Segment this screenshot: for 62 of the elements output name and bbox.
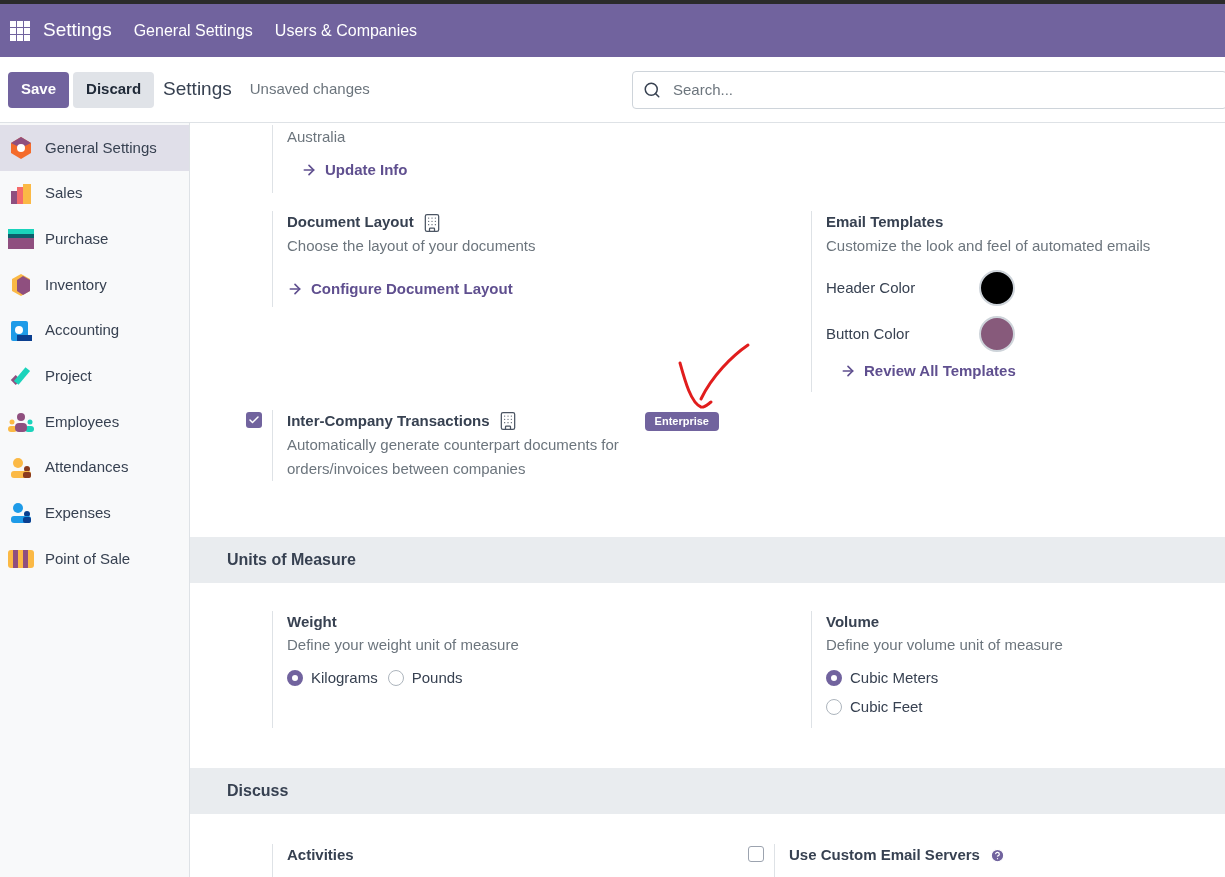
color-label: Header Color (826, 277, 917, 298)
sidebar-item[interactable]: Purchase (0, 216, 189, 263)
section-header: Units of Measure (190, 536, 1225, 583)
app-icon (8, 501, 34, 526)
check-icon (247, 414, 260, 426)
link[interactable]: Review All Templates (840, 359, 1016, 383)
sidebar-item[interactable]: Expenses (0, 490, 189, 537)
radio-button[interactable] (387, 670, 404, 687)
sidebar-item[interactable]: Accounting (0, 307, 189, 354)
radio-label: Cubic Feet (850, 696, 923, 717)
setting-title: Email Templates (826, 212, 944, 233)
radio-label: Pounds (411, 668, 463, 688)
app-icon (8, 181, 34, 206)
app-icon (8, 318, 34, 343)
link[interactable]: Update Info (301, 159, 408, 182)
sidebar-item[interactable]: Point of Sale (0, 536, 189, 582)
search-icon (643, 80, 661, 99)
menu-item[interactable]: General Settings (133, 18, 253, 43)
section-header: Discuss (190, 768, 1225, 814)
color-label: Button Color (826, 323, 911, 344)
setting-description: Choose the layout of your documents (287, 235, 537, 256)
radio-button[interactable] (826, 670, 842, 687)
radio-label: Cubic Meters (850, 668, 939, 688)
sidebar-item[interactable]: General Settings (0, 125, 189, 171)
setting-description: Define your weight unit of measure (287, 635, 520, 655)
radio-button[interactable] (287, 670, 303, 687)
app-name[interactable]: Settings (43, 16, 112, 45)
checkbox[interactable] (245, 412, 262, 428)
arrow-right-icon (287, 281, 303, 297)
app-icon (8, 227, 34, 252)
setting-title: Use Custom Email Servers (789, 845, 980, 865)
color-swatch[interactable] (979, 269, 1015, 306)
sidebar-item[interactable]: Attendances (0, 444, 189, 491)
menu-item[interactable]: Users & Companies (274, 18, 418, 43)
help-icon[interactable] (989, 847, 1005, 863)
app-icon (8, 455, 34, 480)
setting-title: Document Layout (287, 212, 414, 233)
discard-button[interactable]: Discard (73, 71, 155, 108)
setting-description: Define your volume unit of measure (826, 635, 1064, 655)
sidebar-item[interactable]: Employees (0, 399, 189, 445)
checkbox[interactable] (747, 846, 764, 862)
radio-button[interactable] (826, 698, 842, 715)
setting-title: Volume (826, 611, 880, 632)
app-grid-icon[interactable] (10, 20, 30, 41)
setting-description: Automatically generate counterpart documents for orders/invoices between companies (287, 434, 620, 479)
save-button[interactable]: Save (8, 71, 70, 108)
search-field[interactable]: Search... (632, 70, 1225, 109)
radio-label: Kilograms (311, 668, 378, 688)
status-text: Unsaved changes (249, 79, 370, 100)
color-swatch[interactable] (979, 315, 1015, 352)
setting-description: Customize the look and feel of automated emails (826, 235, 1152, 256)
page-title: Settings (163, 77, 232, 102)
setting-description: Australia (287, 127, 347, 147)
setting-title: Weight (287, 611, 337, 632)
setting-title: Activities (287, 845, 354, 865)
enterprise-badge: Enterprise (644, 412, 719, 431)
sidebar-item[interactable]: Sales (0, 170, 189, 217)
app-icon (8, 135, 34, 160)
link[interactable]: Configure Document Layout (287, 277, 513, 301)
setting-title: Inter-Company Transactions (287, 411, 490, 431)
sidebar-item[interactable]: Project (0, 353, 189, 400)
sidebar-item[interactable]: Inventory (0, 262, 189, 308)
